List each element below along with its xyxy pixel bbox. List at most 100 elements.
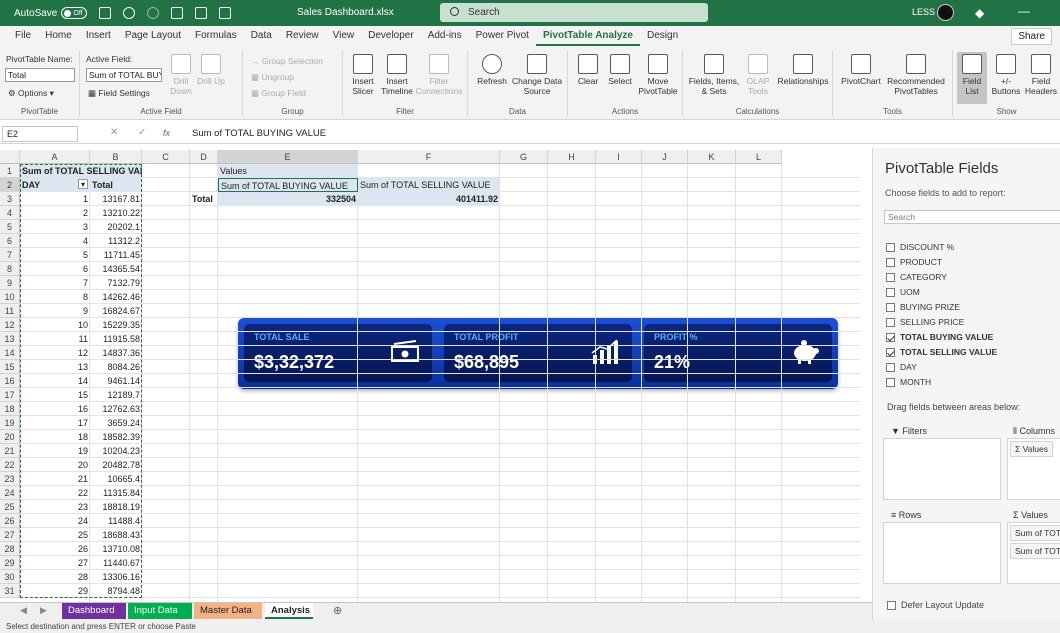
row-header[interactable]: 29 [0,556,20,570]
total-cell[interactable]: 11711.45 [90,248,142,262]
change-data-source-button[interactable]: Change Data Source [510,54,564,96]
field-item[interactable]: UOM [886,287,920,297]
total-cell[interactable]: 11440.67 [90,556,142,570]
save-icon[interactable] [99,7,112,19]
field-item[interactable]: DISCOUNT % [886,242,954,252]
field-checkbox[interactable] [886,347,895,357]
row-header[interactable]: 1 [0,164,20,178]
field-checkbox[interactable] [886,287,895,297]
day-cell[interactable]: 20 [20,458,90,472]
field-checkbox[interactable] [886,332,895,342]
tab-data[interactable]: Data [244,26,279,46]
day-cell[interactable]: 5 [20,248,90,262]
spreadsheet-grid[interactable]: TOTAL SALE $3,32,372 TOTAL PROFIT $68,895 PR… [0,150,860,602]
options-button[interactable]: ⚙ Options ▾ [8,88,54,99]
tab-design[interactable]: Design [640,26,685,46]
field-item[interactable]: TOTAL BUYING VALUE [886,332,993,342]
total-cell[interactable]: 13710.08 [90,542,142,556]
field-list-button[interactable]: Field List [957,52,987,104]
row-header[interactable]: 14 [0,346,20,360]
field-item[interactable]: MONTH [886,377,931,387]
tab-add-ins[interactable]: Add-ins [421,26,469,46]
share-button[interactable]: Share [1011,28,1052,45]
total-cell[interactable]: 8794.48 [90,584,142,598]
buttons-toggle[interactable]: +/- Buttons [989,54,1023,96]
field-checkbox[interactable] [886,377,895,387]
total-cell[interactable]: 20202.1 [90,220,142,234]
day-cell[interactable]: 22 [20,486,90,500]
row-header[interactable]: 13 [0,332,20,346]
values-item[interactable]: Sum of TOTA [1010,525,1060,541]
tab-pivottable-analyze[interactable]: PivotTable Analyze [535,26,640,46]
total-cell[interactable]: 18688.43 [90,528,142,542]
total-cell[interactable]: 8084.26 [90,360,142,374]
avatar[interactable] [937,4,954,21]
insert-timeline-button[interactable]: Insert Timeline [379,54,415,96]
field-checkbox[interactable] [886,257,895,267]
day-cell[interactable]: 9 [20,304,90,318]
field-item[interactable]: CATEGORY [886,272,947,282]
row-header[interactable]: 8 [0,262,20,276]
field-checkbox[interactable] [886,317,895,327]
row-header[interactable]: 6 [0,234,20,248]
row-header[interactable]: 10 [0,290,20,304]
tab-power-pivot[interactable]: Power Pivot [469,26,536,46]
day-cell[interactable]: 13 [20,360,90,374]
total-cell[interactable]: 10665.4 [90,472,142,486]
row-header[interactable]: 15 [0,360,20,374]
insert-slicer-button[interactable]: Insert Slicer [347,54,379,96]
row-header[interactable]: 19 [0,416,20,430]
total-cell[interactable]: 14365.54 [90,262,142,276]
column-header[interactable]: F [358,150,500,164]
pivotchart-button[interactable]: PivotChart [839,54,883,86]
row-header[interactable]: 31 [0,584,20,598]
field-checkbox[interactable] [886,302,895,312]
pivottable-name-input[interactable]: Total [5,68,75,82]
field-item[interactable]: PRODUCT [886,257,942,267]
day-cell[interactable]: 26 [20,542,90,556]
pivot2-selling-value[interactable]: 401411.92 [358,192,500,206]
open-folder-icon[interactable] [171,7,184,19]
sheet-tab-input-data[interactable]: Input Data [128,603,192,619]
undo-icon[interactable] [123,7,136,19]
day-cell[interactable]: 19 [20,444,90,458]
pivot2-buying-value[interactable]: 332504 [218,192,358,206]
day-cell[interactable]: 17 [20,416,90,430]
total-cell[interactable]: 9461.14 [90,374,142,388]
day-cell[interactable]: 28 [20,570,90,584]
total-cell[interactable]: 11312.2 [90,234,142,248]
tab-view[interactable]: View [326,26,362,46]
refresh-button[interactable]: Refresh [472,54,512,86]
row-header[interactable]: 23 [0,472,20,486]
pivot2-col2-header[interactable]: Sum of TOTAL SELLING VALUE [358,178,500,192]
total-cell[interactable]: 20482.78 [90,458,142,472]
formula-input[interactable]: Sum of TOTAL BUYING VALUE [192,128,326,139]
rows-area[interactable] [883,522,1001,584]
day-cell[interactable]: 24 [20,514,90,528]
column-header[interactable]: J [642,150,688,164]
total-cell[interactable]: 11915.58 [90,332,142,346]
column-header[interactable]: D [190,150,218,164]
total-cell[interactable]: 14837.36 [90,346,142,360]
filter-dropdown-icon[interactable]: ▾ [78,179,88,189]
row-header[interactable]: 4 [0,206,20,220]
pivot2-values-cell[interactable]: Values [218,164,358,178]
field-item[interactable]: TOTAL SELLING VALUE [886,347,997,357]
total-cell[interactable]: 3659.24 [90,416,142,430]
defer-checkbox[interactable] [887,600,896,610]
name-box[interactable]: E2 [2,126,78,142]
day-cell[interactable]: 21 [20,472,90,486]
kpi-dashboard-card[interactable]: TOTAL SALE $3,32,372 TOTAL PROFIT $68,895 PR… [238,318,838,389]
field-checkbox[interactable] [886,362,895,372]
day-cell[interactable]: 8 [20,290,90,304]
column-header[interactable]: A [20,150,90,164]
values-area[interactable]: Sum of TOTA Sum of TOTA [1007,522,1060,584]
select-all-corner[interactable] [0,150,20,164]
sheet-tab-analysis[interactable]: Analysis [265,603,313,619]
row-header[interactable]: 25 [0,500,20,514]
pivot2-total-label[interactable]: Total [190,192,218,206]
autosave-toggle[interactable]: Off [61,7,88,19]
pivot-title-cell[interactable]: Sum of TOTAL SELLING VALUE [20,164,142,178]
tab-review[interactable]: Review [279,26,326,46]
column-header[interactable]: H [548,150,596,164]
